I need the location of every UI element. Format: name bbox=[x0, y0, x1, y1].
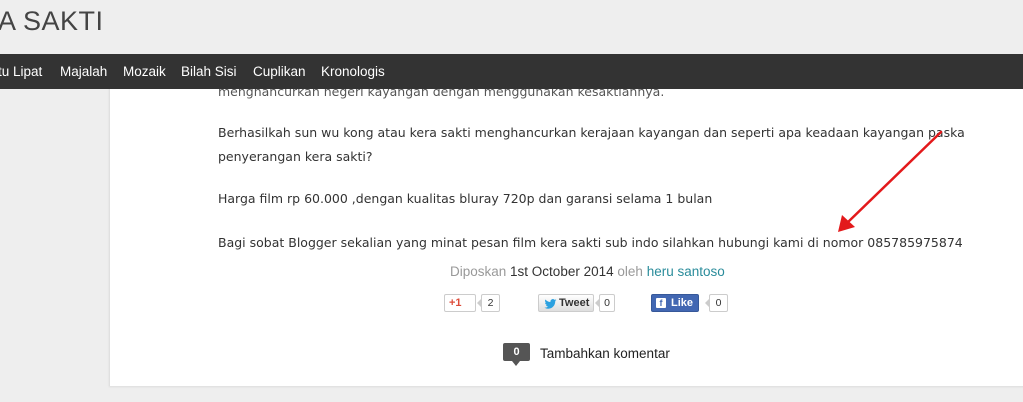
red-annotation-arrow bbox=[838, 130, 943, 232]
